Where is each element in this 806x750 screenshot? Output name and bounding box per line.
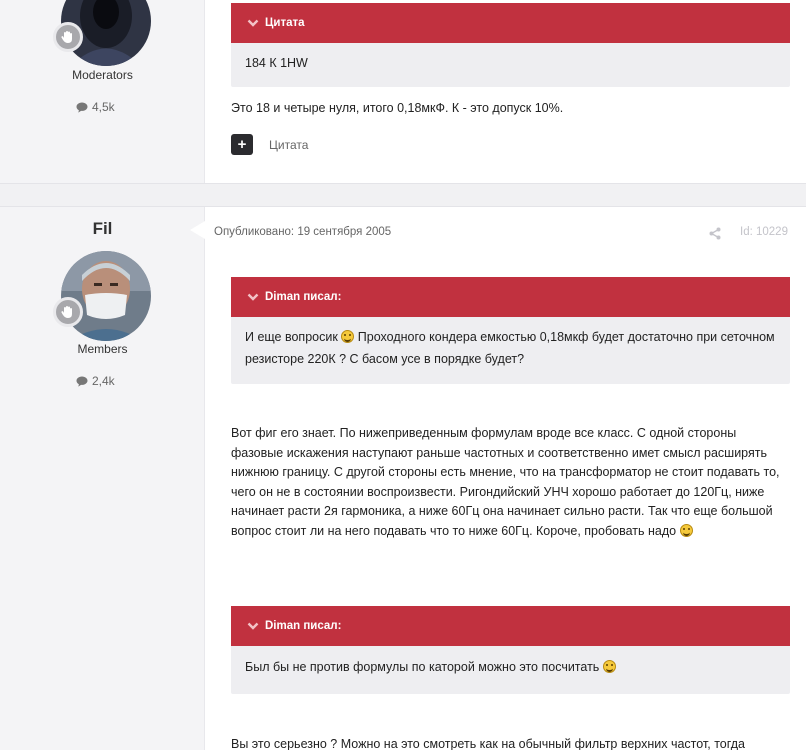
quote-header-label: Цитата (265, 17, 305, 29)
post-2: Fil Members 2,4k Опубликовано: 19 сентяб… (0, 206, 806, 750)
avatar[interactable] (61, 251, 151, 341)
multiquote-button[interactable]: + (231, 134, 253, 155)
quote-block: Diman писал: И еще вопросик Проходного к… (231, 277, 790, 384)
author-post-count-value: 4,5k (92, 100, 115, 114)
plus-icon: + (237, 136, 247, 153)
author-group: Members (77, 342, 128, 356)
author-avatar-wrap (53, 0, 151, 66)
quote-body: 184 К 1HW (245, 56, 308, 70)
comment-icon (76, 376, 88, 387)
quote-text: Был бы не против формулы по каторой можн… (245, 660, 600, 674)
quote-body: Был бы не против формулы по каторой можн… (231, 646, 790, 694)
post-text-body: Вот фиг его знает. По нижеприведенным фо… (231, 426, 780, 538)
smile-emoji-icon (602, 660, 616, 673)
author-group: Moderators (72, 68, 133, 82)
quote-header[interactable]: Diman писал: (231, 606, 790, 646)
rank-badge (53, 297, 83, 327)
quote-block: Цитата 184 К 1HW (231, 3, 790, 87)
chevron-down-icon (247, 293, 259, 301)
post-id: Id: 10229 (740, 226, 788, 238)
post-text: Это 18 и четыре нуля, итого 0,18мкФ. К -… (231, 101, 564, 115)
comment-icon (76, 102, 88, 113)
rank-badge (53, 22, 83, 52)
quote-body: И еще вопросик Проходного кондера емкост… (231, 317, 790, 384)
post-text: Вот фиг его знает. По нижеприведенным фо… (231, 424, 786, 542)
share-icon[interactable] (709, 227, 721, 240)
quote-header-label: Diman писал: (265, 291, 342, 303)
post-text: Вы это серьезно ? Можно на это смотреть … (231, 737, 746, 750)
author-post-count: 2,4k (76, 374, 115, 388)
hand-icon (61, 306, 72, 318)
author-panel: Fil Members 2,4k (0, 207, 205, 750)
author-post-count: 4,5k (76, 100, 115, 114)
quote-text-start: И еще вопросик (245, 330, 338, 344)
author-post-count-value: 2,4k (92, 374, 115, 388)
post-date[interactable]: Опубликовано: 19 сентября 2005 (214, 226, 391, 238)
quote-block: Diman писал: Был бы не против формулы по… (231, 606, 790, 694)
quote-button[interactable]: Цитата (269, 138, 308, 152)
post-pointer (190, 221, 205, 239)
quote-header[interactable]: Diman писал: (231, 277, 790, 317)
chevron-down-icon (247, 19, 259, 27)
hand-icon (61, 31, 72, 43)
author-name[interactable]: Fil (0, 219, 205, 239)
author-panel: Moderators 4,5k (0, 0, 205, 183)
grin-emoji-icon (679, 523, 693, 537)
author-avatar-wrap (53, 251, 151, 341)
post-1: Moderators 4,5k Цитата 184 К 1HW Это 18 … (0, 0, 806, 184)
chevron-down-icon (247, 622, 259, 630)
quote-header-label: Diman писал: (265, 620, 342, 632)
quote-header[interactable]: Цитата (231, 3, 790, 43)
smile-emoji-icon (341, 330, 355, 343)
